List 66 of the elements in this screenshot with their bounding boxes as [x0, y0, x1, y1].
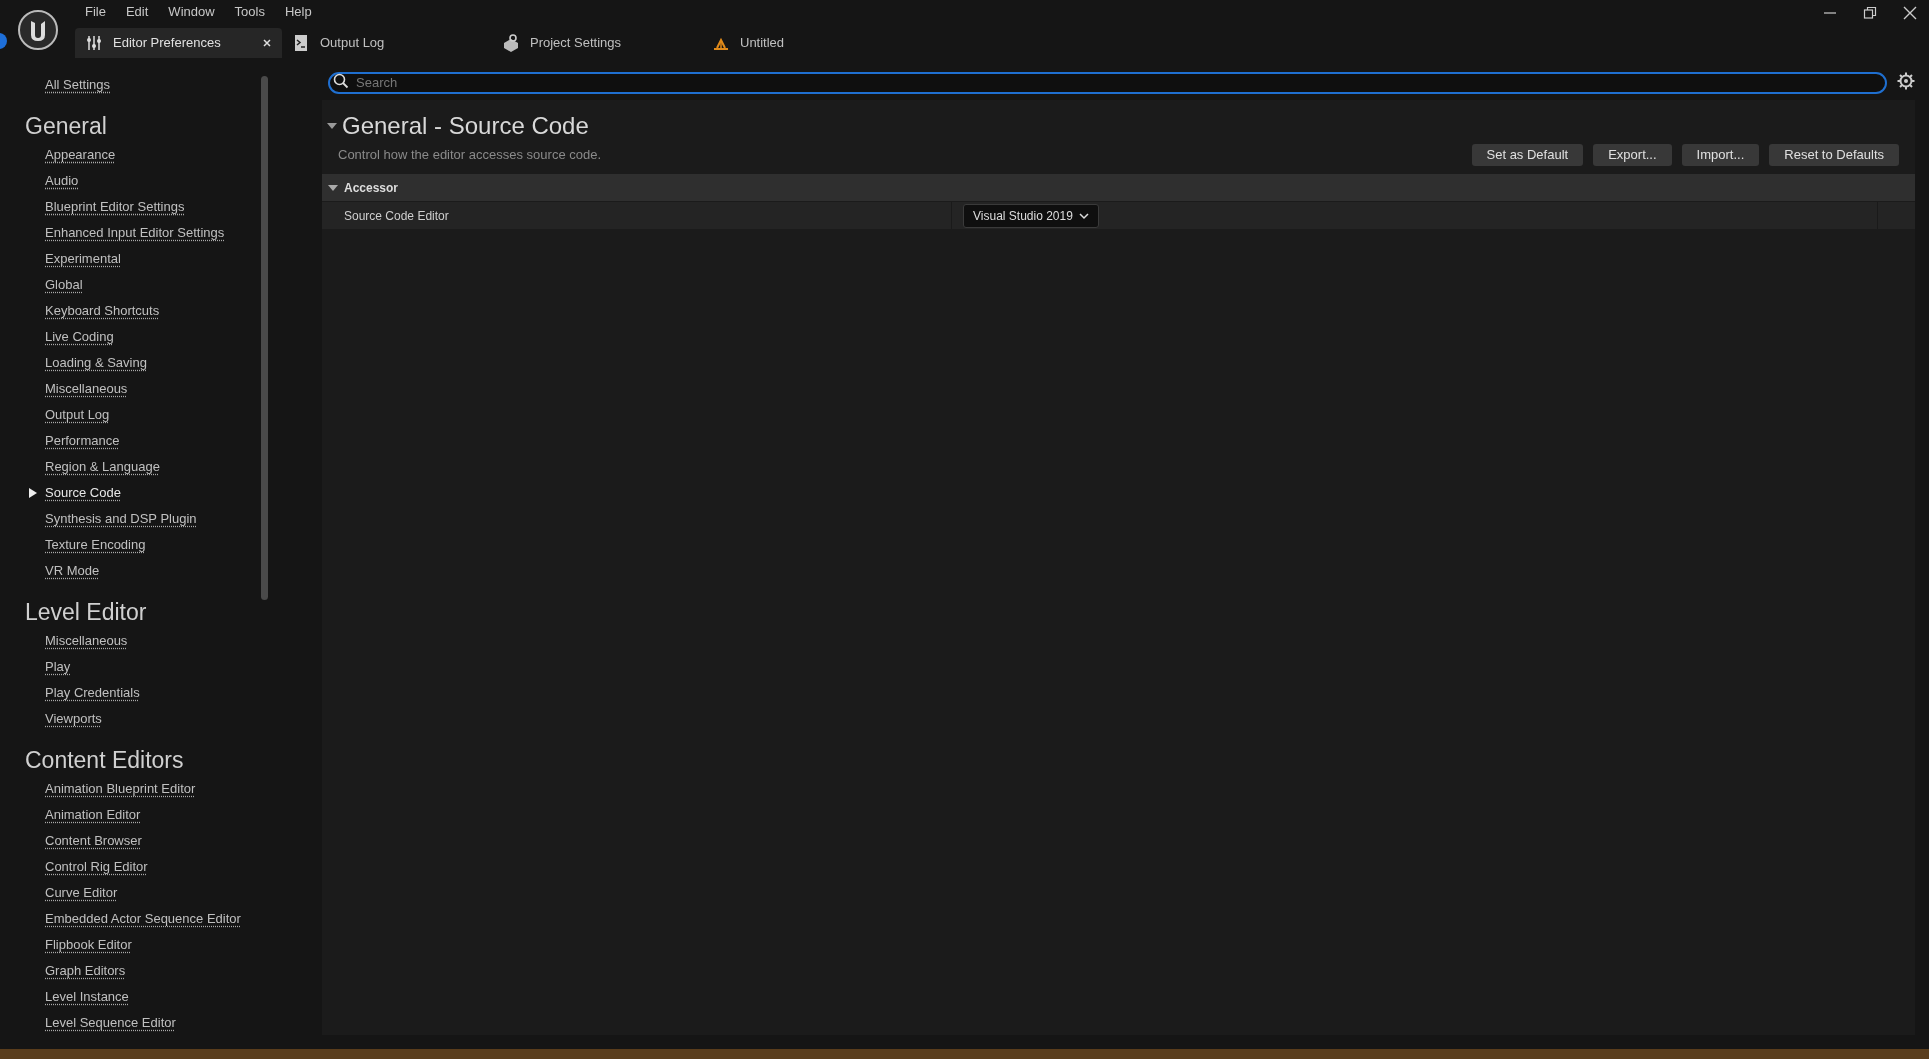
search-field[interactable]: Search [328, 71, 1887, 94]
settings-link[interactable]: Miscellaneous [45, 379, 128, 399]
terminal-icon [292, 34, 310, 52]
settings-link[interactable]: Texture Encoding [45, 535, 146, 555]
settings-link[interactable]: Loading & Saving [45, 353, 147, 373]
category-heading: Level Editor [25, 597, 148, 627]
settings-link[interactable]: Viewports [45, 709, 102, 729]
settings-link[interactable]: Miscellaneous [45, 631, 128, 651]
settings-link[interactable]: Control Rig Editor [45, 857, 148, 877]
scrollbar[interactable] [261, 76, 268, 600]
settings-link[interactable]: Region & Language [45, 457, 160, 477]
settings-link[interactable]: Appearance [45, 145, 116, 165]
settings-link[interactable]: Play [45, 657, 71, 677]
section-description: Control how the editor accesses source code. [338, 146, 602, 165]
category-header[interactable]: Accessor [322, 174, 1915, 201]
category-heading: Content Editors [25, 745, 185, 775]
toolbar-button[interactable]: Import... [1681, 144, 1760, 166]
settings-link[interactable]: Animation Editor [45, 805, 141, 825]
settings-link[interactable]: Output Log [45, 405, 110, 425]
gear-box-icon [502, 34, 520, 52]
settings-link[interactable]: Play Credentials [45, 683, 140, 703]
settings-link[interactable]: Global [45, 275, 83, 295]
settings-link[interactable]: Animation Blueprint Editor [45, 779, 196, 799]
settings-link[interactable]: Source Code [45, 483, 121, 503]
settings-link[interactable]: Blueprint Editor Settings [45, 197, 185, 217]
settings-link[interactable]: Graph Editors [45, 961, 126, 981]
menu-item[interactable]: Edit [115, 2, 159, 22]
settings-link[interactable]: Live Coding [45, 327, 114, 347]
settings-link[interactable]: Curve Editor [45, 883, 118, 903]
tab[interactable]: Untitled [702, 28, 912, 58]
settings-link[interactable]: All Settings [45, 75, 111, 95]
settings-link[interactable]: Experimental [45, 249, 121, 269]
settings-link[interactable]: Audio [45, 171, 79, 191]
caret-icon [328, 182, 338, 193]
close-tab-icon[interactable] [262, 38, 272, 48]
logo-icon [16, 9, 59, 51]
settings-link[interactable]: Embedded Actor Sequence Editor [45, 909, 241, 929]
sliders-icon [85, 34, 103, 52]
menu-item[interactable]: Help [274, 2, 322, 22]
property-label: Source Code Editor [344, 207, 449, 225]
menu-item[interactable]: File [75, 2, 116, 22]
settings-icon[interactable] [1897, 72, 1915, 90]
tab[interactable]: Project Settings [492, 28, 702, 58]
menu-item[interactable]: Window [158, 2, 225, 22]
toolbar-button[interactable]: Export... [1593, 144, 1672, 166]
chevron-down-icon [1078, 211, 1089, 220]
settings-link[interactable]: Performance [45, 431, 120, 451]
dropdown[interactable]: Visual Studio 2019 [963, 203, 1099, 228]
category-heading: General [25, 111, 108, 141]
menu-item[interactable]: Tools [224, 2, 275, 22]
close-icon[interactable] [1903, 6, 1917, 20]
toolbar-button[interactable]: Reset to Defaults [1769, 144, 1899, 166]
settings-link[interactable]: Flipbook Editor [45, 935, 132, 955]
settings-link[interactable]: VR Mode [45, 561, 100, 581]
restore-icon[interactable] [1863, 6, 1877, 20]
section-title: General - Source Code [342, 111, 589, 141]
settings-link[interactable]: Level Sequence Editor [45, 1013, 176, 1033]
settings-link[interactable]: Synthesis and DSP Plugin [45, 509, 197, 529]
search-icon [333, 73, 349, 89]
settings-link[interactable]: Content Browser [45, 831, 142, 851]
settings-link[interactable]: Enhanced Input Editor Settings [45, 223, 225, 243]
toolbar-button[interactable]: Set as Default [1471, 144, 1584, 166]
tab[interactable]: Editor Preferences [75, 28, 282, 58]
settings-link[interactable]: Keyboard Shortcuts [45, 301, 160, 321]
tab[interactable]: Output Log [282, 28, 492, 58]
settings-link[interactable]: Level Instance [45, 987, 129, 1007]
